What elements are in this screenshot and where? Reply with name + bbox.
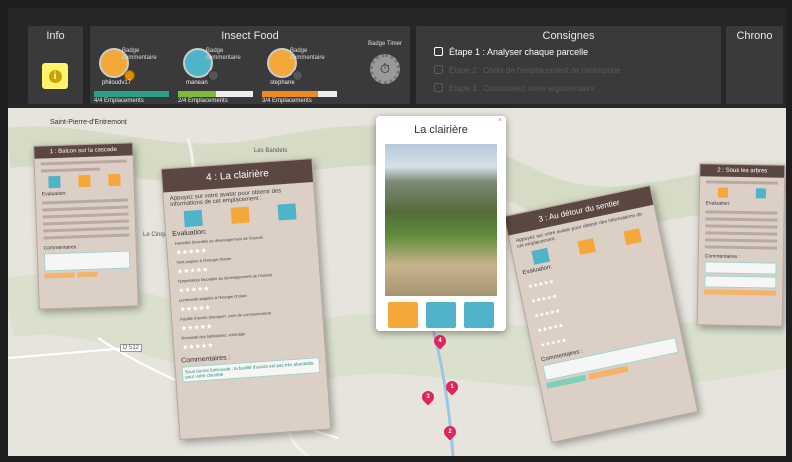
step-3: Étape 3 : Construisez votre argumentaire [434,83,595,93]
location-photo [385,144,497,296]
divider [705,224,778,229]
avatar[interactable] [183,209,203,228]
tag [44,272,75,279]
map-marker-2[interactable]: 2 [441,423,459,441]
eval-label: Evaluation: [705,200,731,207]
location-card-4[interactable]: 4 : La clairière Appuyez sur votre avata… [160,158,332,440]
timer-badge-label: Badge Timer [367,41,403,47]
progress-bar [94,91,169,97]
comment-box [43,250,131,272]
comment-box [704,275,777,289]
player-name: philoudv17 [102,80,132,86]
app-frame: Info i Insect Food Badge commentaire phi… [8,8,786,456]
map-area[interactable]: Saint-Pierre-d'Entremont Les Bandets D 5… [8,108,786,456]
location-card-2[interactable]: 2 : Sous les arbres Evaluation: Commenta… [696,163,786,327]
stopwatch-icon: ⏱ [370,54,400,84]
info-title: Info [46,30,65,42]
divider [42,212,129,219]
avatar[interactable] [277,203,297,221]
badge-label: Badge commentaire [290,48,325,61]
info-button[interactable]: i [42,63,68,89]
chrono-panel: Chrono [726,26,783,104]
progress-bar [178,91,253,97]
divider [705,217,778,222]
divider [706,180,779,185]
map-label-road: D 512 [120,344,143,352]
consignes-title: Consignes [542,30,595,42]
card-title: 1 : Balcon sur la cascade [34,143,133,159]
player-count: 2/4 Emplacements [178,98,228,104]
top-bar: Info i Insect Food Badge commentaire phi… [8,8,786,108]
avatar[interactable] [622,228,642,246]
comment-box [704,261,777,275]
player-count: 3/4 Emplacements [262,98,312,104]
info-panel: Info i [28,26,83,104]
step-label: Étape 2 : Choix de l'emplacement de l'en… [449,66,621,75]
location-popup: La clairière × [376,116,506,331]
popup-avatar-1[interactable] [388,302,418,328]
divider [704,245,777,250]
team-panel: Insect Food Badge commentaire philoudv17… [90,26,410,104]
divider [705,231,778,236]
badge-label: Badge commentaire [122,48,157,61]
avatar[interactable] [48,175,61,189]
popup-avatar-3[interactable] [464,302,494,328]
divider [43,233,130,240]
player-count: 4/4 Emplacements [94,98,144,104]
tag [77,271,98,278]
eval-label: Evaluation: [41,190,67,198]
location-card-1[interactable]: 1 : Balcon sur la cascade Evaluation: Co… [33,142,139,310]
divider [42,219,129,226]
map-marker-4[interactable]: 4 [431,332,449,350]
timer-badge[interactable]: Badge Timer ⏱ [360,41,410,101]
checkbox-icon[interactable] [434,47,443,56]
avatar[interactable] [230,206,250,224]
tag [704,289,777,296]
progress-bar [262,91,337,97]
divider [41,167,100,173]
divider [40,159,127,166]
checkbox-icon [434,65,443,74]
player-3[interactable]: Badge commentaire stephane 3/4 Emplaceme… [262,46,342,104]
avatar[interactable] [531,247,551,265]
map-label-town: Saint-Pierre-d'Entremont [50,119,127,126]
avatar[interactable] [717,187,728,198]
avatar[interactable] [108,173,121,187]
map-marker-3[interactable]: 3 [419,388,437,406]
step-2: Étape 2 : Choix de l'emplacement de l'en… [434,65,621,75]
popup-avatar-2[interactable] [426,302,456,328]
avatar[interactable] [755,188,766,199]
player-name: stephane [270,80,295,86]
map-label-place: Les Bandets [254,148,288,154]
card-title: 2 : Sous les arbres [700,164,785,178]
divider [42,198,129,205]
info-icon: i [48,69,62,83]
consignes-panel: Consignes Étape 1 : Analyser chaque parc… [416,26,721,104]
avatar[interactable] [78,174,91,188]
divider [705,210,778,215]
tag-row [44,270,131,279]
comments-title: Commentaires : [704,253,741,260]
chrono-title: Chrono [736,30,773,42]
divider [705,238,778,243]
avatar-row [704,187,780,199]
checkbox-icon [434,83,443,92]
medal-icon [208,70,219,81]
avatar[interactable] [577,238,596,256]
badge-label: Badge commentaire [206,48,241,61]
map-marker-1[interactable]: 1 [443,378,461,396]
player-name: manean [186,80,208,86]
player-2[interactable]: Badge commentaire manean 2/4 Emplacement… [178,46,258,104]
step-label: Étape 1 : Analyser chaque parcelle [449,47,589,57]
avatar-row [39,173,129,189]
step-label: Étape 3 : Construisez votre argumentaire [449,84,595,93]
close-icon[interactable]: × [498,117,502,124]
step-1[interactable]: Étape 1 : Analyser chaque parcelle [434,47,588,57]
player-1[interactable]: Badge commentaire philoudv17 4/4 Emplace… [94,46,174,104]
popup-title: La clairière [414,124,468,136]
divider [43,226,130,233]
divider [42,205,129,212]
